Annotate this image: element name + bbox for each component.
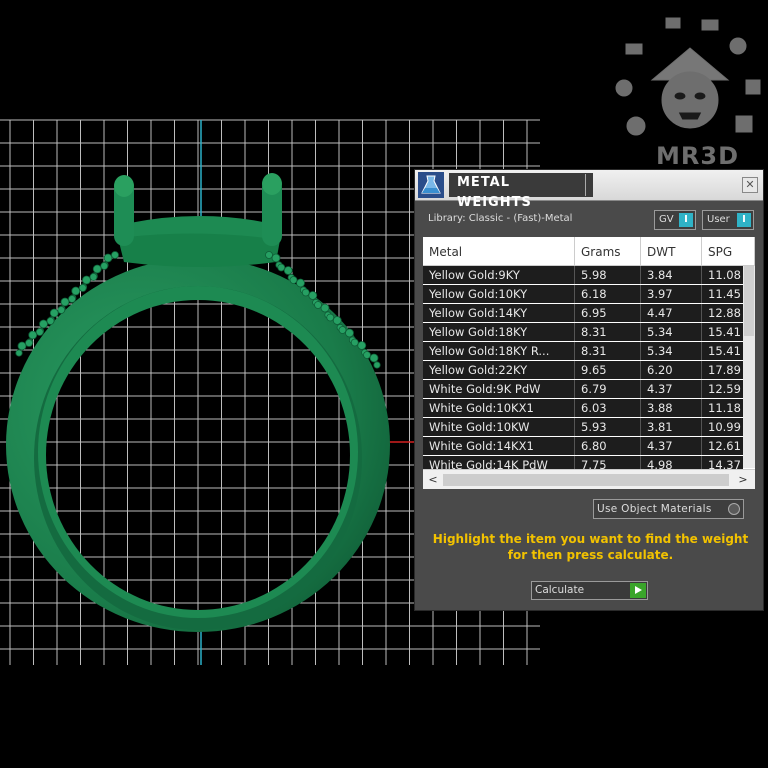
cell-spg: 11.45 (708, 287, 741, 301)
calculate-label: Calculate (535, 584, 585, 596)
column-header-grams[interactable]: Grams (575, 237, 641, 265)
metal-weights-panel: METAL WEIGHTS ✕ Library: Classic - (Fast… (414, 169, 764, 611)
table-row[interactable]: White Gold:9K PdW 6.79 4.37 12.59 (423, 380, 743, 398)
cell-grams: 6.95 (575, 304, 641, 322)
cell-metal: Yellow Gold:18KY R... (423, 342, 575, 360)
cell-metal: Yellow Gold:22KY (423, 361, 575, 379)
cell-spg: 15.41 (708, 344, 741, 358)
table-header: Metal Grams DWT SPG (423, 237, 755, 266)
play-icon (630, 583, 646, 598)
table-body: Yellow Gold:9KY 5.98 3.84 11.08 Yellow Gold:… (423, 266, 743, 475)
cell-dwt: 4.37 (641, 437, 702, 455)
cell-dwt: 5.34 (641, 323, 702, 341)
cell-metal: Yellow Gold:10KY (423, 285, 575, 303)
table-row[interactable]: Yellow Gold:14KY 6.95 4.47 12.88 (423, 304, 743, 322)
gv-toggle[interactable]: GV I (654, 210, 696, 230)
table-row[interactable]: Yellow Gold:9KY 5.98 3.84 11.08 (423, 266, 743, 284)
cell-spg: 15.41 (708, 325, 741, 339)
table-row[interactable]: Yellow Gold:18KY 8.31 5.34 15.41 (423, 323, 743, 341)
metal-weights-flask-icon (418, 172, 444, 198)
table-row[interactable]: Yellow Gold:22KY 9.65 6.20 17.89 (423, 361, 743, 379)
cell-spg: 12.61 (708, 439, 741, 453)
cell-grams: 6.80 (575, 437, 641, 455)
instruction-text: Highlight the item you want to find the … (423, 531, 758, 563)
calculate-button[interactable]: Calculate (531, 581, 648, 600)
panel-titlebar[interactable]: METAL WEIGHTS ✕ (415, 170, 763, 210)
setting-head (118, 233, 280, 267)
cell-grams: 9.65 (575, 361, 641, 379)
library-label: Library: Classic - (Fast)-Metal (428, 213, 573, 224)
prong-tip-right (262, 173, 282, 195)
cell-grams: 6.03 (575, 399, 641, 417)
cell-spg: 12.59 (708, 382, 741, 396)
cell-metal: Yellow Gold:18KY (423, 323, 575, 341)
column-header-dwt[interactable]: DWT (641, 237, 702, 265)
use-object-materials-option[interactable]: Use Object Materials (593, 499, 744, 519)
cell-grams: 5.93 (575, 418, 641, 436)
cell-metal: White Gold:14KX1 (423, 437, 575, 455)
horizontal-scrollbar[interactable]: < > (423, 469, 755, 489)
prong-tip-left (114, 175, 134, 197)
watermark-text: MR3D (656, 142, 739, 170)
cell-metal: White Gold:10KX1 (423, 399, 575, 417)
table-row[interactable]: White Gold:10KX1 6.03 3.88 11.18 (423, 399, 743, 417)
cell-dwt: 3.88 (641, 399, 702, 417)
cell-spg: 11.18 (708, 401, 741, 415)
metal-table: Metal Grams DWT SPG Yellow Gold:9KY 5.98 3… (423, 237, 755, 489)
horizontal-scroll-thumb[interactable] (443, 474, 729, 486)
table-row[interactable]: White Gold:14KX1 6.80 4.37 12.61 (423, 437, 743, 455)
cell-metal: White Gold:9K PdW (423, 380, 575, 398)
cell-spg: 10.99 (708, 420, 741, 434)
cell-spg: 11.08 (708, 268, 741, 282)
cell-metal: White Gold:10KW (423, 418, 575, 436)
scroll-left-arrow[interactable]: < (425, 472, 441, 488)
cell-dwt: 4.37 (641, 380, 702, 398)
table-row[interactable]: White Gold:10KW 5.93 3.81 10.99 (423, 418, 743, 436)
vertical-scroll-thumb[interactable] (744, 266, 754, 336)
watermark-logo: MR3D (612, 8, 768, 170)
watermark-emblem (615, 17, 761, 136)
column-header-metal[interactable]: Metal (423, 237, 575, 265)
use-object-materials-radio[interactable] (728, 503, 740, 515)
use-object-materials-label: Use Object Materials (597, 503, 712, 515)
titlebar-divider (585, 174, 586, 196)
cell-dwt: 3.97 (641, 285, 702, 303)
instruction-line-2: for then press calculate. (507, 548, 674, 562)
user-toggle-knob: I (737, 213, 751, 227)
column-header-spg[interactable]: SPG (702, 237, 755, 265)
table-row[interactable]: Yellow Gold:10KY 6.18 3.97 11.45 (423, 285, 743, 303)
scroll-right-arrow[interactable]: > (735, 472, 751, 488)
panel-title: METAL WEIGHTS (449, 173, 593, 210)
vertical-scrollbar[interactable] (743, 266, 755, 468)
gv-toggle-knob: I (679, 213, 693, 227)
cell-spg: 12.88 (708, 306, 741, 320)
cell-grams: 6.18 (575, 285, 641, 303)
cell-grams: 8.31 (575, 342, 641, 360)
user-toggle-label: User (707, 214, 730, 225)
cell-spg: 17.89 (708, 363, 741, 377)
user-toggle[interactable]: User I (702, 210, 754, 230)
cell-dwt: 4.47 (641, 304, 702, 322)
cell-dwt: 5.34 (641, 342, 702, 360)
cell-dwt: 6.20 (641, 361, 702, 379)
cell-dwt: 3.81 (641, 418, 702, 436)
cell-metal: Yellow Gold:9KY (423, 266, 575, 284)
cell-grams: 6.79 (575, 380, 641, 398)
cell-metal: Yellow Gold:14KY (423, 304, 575, 322)
cell-grams: 8.31 (575, 323, 641, 341)
cell-dwt: 3.84 (641, 266, 702, 284)
close-button[interactable]: ✕ (742, 177, 758, 193)
gv-toggle-label: GV (659, 214, 674, 225)
instruction-line-1: Highlight the item you want to find the … (432, 532, 749, 546)
cell-grams: 5.98 (575, 266, 641, 284)
table-row[interactable]: Yellow Gold:18KY R... 8.31 5.34 15.41 (423, 342, 743, 360)
